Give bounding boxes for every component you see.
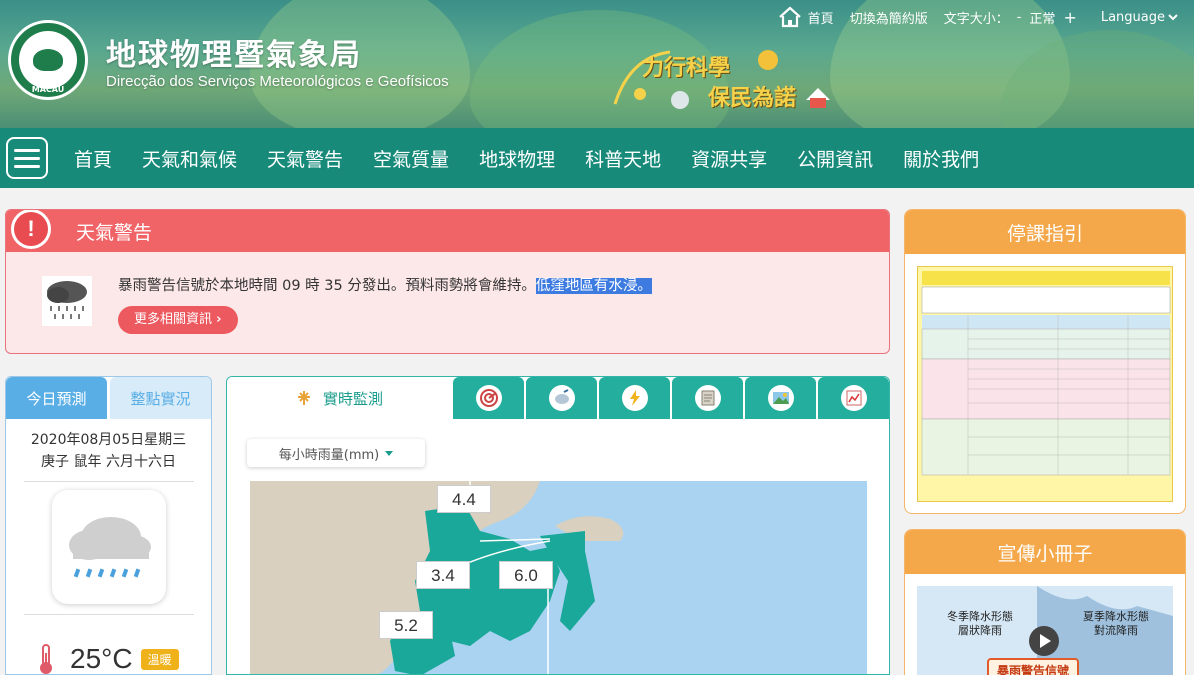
nav-item-about[interactable]: 關於我們 [903, 145, 979, 172]
chart-icon [846, 390, 861, 406]
font-normal-button[interactable]: 正常 [1029, 8, 1055, 27]
lightning-icon [629, 390, 640, 406]
tab-realtime-monitor[interactable]: 實時監測 [227, 377, 451, 419]
header-banner: MACAU 地球物理暨氣象局 Direcção dos Serviços Met… [0, 0, 1194, 128]
booklet-right-caption: 夏季降水形態 對流降雨 [1083, 610, 1149, 637]
more-info-label: 更多相關資訊 [134, 312, 213, 327]
site-subtitle: Direcção dos Serviços Meteorológicos e G… [106, 73, 449, 90]
tab-lightning[interactable] [599, 377, 670, 419]
tab-realtime-monitor-label: 實時監測 [322, 389, 383, 408]
hamburger-menu-button[interactable] [6, 137, 48, 179]
booklet-left-caption: 冬季降水形態 層狀降雨 [947, 610, 1013, 637]
nav-item-science[interactable]: 科普天地 [585, 145, 661, 172]
booklet-cover[interactable]: 冬季降水形態 層狀降雨 夏季降水形態 對流降雨 暴雨警告信號 [917, 586, 1173, 675]
home-link-label: 首頁 [807, 11, 834, 27]
warning-icon: ! [8, 210, 54, 252]
tab-landscape[interactable] [745, 377, 816, 419]
rain-cloud-icon [68, 517, 151, 578]
slogan-line-1: 力行科學 [642, 56, 731, 81]
tab-hourly-obs[interactable]: 整點實況 [110, 377, 211, 419]
main-nav: 首頁 天氣和氣候 天氣警告 空氣質量 地球物理 科普天地 資源共享 公開資訊 關… [0, 128, 1194, 188]
warning-header: ! 天氣警告 [6, 210, 889, 252]
macau-map [250, 481, 624, 674]
tab-satellite[interactable] [526, 377, 597, 419]
class-suspension-title[interactable]: 停課指引 [905, 210, 1185, 254]
forecast-panel: 今日預測 整點實況 2020年08月05日星期三 庚子 鼠年 六月十六日 25°… [5, 376, 212, 675]
macau-logo[interactable]: MACAU [8, 20, 88, 100]
rainfall-label[interactable]: 3.4 [416, 561, 470, 589]
tab-radar[interactable] [453, 377, 524, 419]
rainfall-label[interactable]: 6.0 [499, 561, 553, 589]
booklet-panel: 宣傳小冊子 冬季降水形態 層狀降雨 夏季降水形態 對流降雨 暴雨警告信號 [904, 529, 1186, 675]
satellite-icon [554, 389, 569, 404]
chevron-right-icon: › [216, 312, 222, 327]
rainfall-select[interactable]: 每小時雨量(mm) [247, 439, 425, 467]
slogan: 力行科學 保民為諾 [610, 42, 840, 112]
temperature-row: 25°C 溫暖 [36, 643, 179, 674]
class-suspension-poster[interactable] [917, 266, 1173, 502]
warning-message-text: 暴雨警告信號於本地時間 09 時 35 分發出。預料雨勢將會維持。 [118, 278, 536, 294]
tab-today-forecast[interactable]: 今日預測 [6, 377, 107, 419]
nav-item-resources[interactable]: 資源共享 [691, 145, 767, 172]
site-title[interactable]: 地球物理暨氣象局 [106, 30, 362, 74]
slogan-line-2: 保民為諾 [708, 86, 797, 111]
nav-item-air-quality[interactable]: 空氣質量 [373, 145, 449, 172]
station-icon [297, 391, 310, 405]
font-size-control: 文字大小： - 正常 + [944, 8, 1077, 27]
thermometer-icon [40, 644, 52, 674]
document-icon [701, 390, 714, 406]
font-decrease-button[interactable]: - [1017, 10, 1022, 25]
temperature-value: 25°C [70, 643, 133, 674]
rainstorm-icon [42, 276, 92, 326]
warning-title[interactable]: 天氣警告 [76, 218, 152, 245]
caret-down-icon [385, 450, 394, 456]
booklet-bottom-caption: 暴雨警告信號 [987, 658, 1080, 675]
warning-message: 暴雨警告信號於本地時間 09 時 35 分發出。預料雨勢將會維持。低窪地區有水浸… [118, 274, 652, 295]
home-link[interactable]: 首頁 [778, 6, 834, 28]
home-icon [778, 6, 801, 28]
date-lunar: 庚子 鼠年 六月十六日 [41, 454, 176, 470]
realtime-monitor-panel: 實時監測 每小時雨量(mm) 4.4 3.4 6.0 5.2 [226, 376, 890, 675]
rainfall-label[interactable]: 4.4 [437, 485, 491, 513]
more-info-button[interactable]: 更多相關資訊 › [118, 306, 238, 334]
suspension-table-image [918, 267, 1172, 501]
logo-text: MACAU [31, 85, 65, 94]
language-dropdown[interactable]: Language [1101, 10, 1178, 25]
class-suspension-panel: 停課指引 [904, 209, 1186, 514]
booklet-title[interactable]: 宣傳小冊子 [905, 530, 1185, 574]
temperature-tag: 溫暖 [140, 648, 179, 670]
rainfall-select-value: 每小時雨量(mm) [278, 447, 380, 463]
radar-icon [479, 389, 498, 407]
simplified-version-link[interactable]: 切換為簡約版 [850, 8, 928, 27]
language-label: Language [1100, 9, 1165, 25]
chevron-down-icon [1168, 14, 1178, 21]
landscape-icon [772, 392, 789, 404]
nav-item-weather-warning[interactable]: 天氣警告 [267, 145, 343, 172]
nav-item-home[interactable]: 首頁 [74, 145, 112, 172]
top-links: 首頁 切換為簡約版 文字大小： - 正常 + Language [778, 6, 1178, 28]
rainfall-map[interactable]: 4.4 3.4 6.0 5.2 [250, 481, 867, 674]
rainfall-label[interactable]: 5.2 [379, 611, 433, 639]
font-increase-button[interactable]: + [1063, 8, 1076, 27]
tab-documents[interactable] [672, 377, 743, 419]
nav-item-geophysics[interactable]: 地球物理 [479, 145, 555, 172]
tab-chart[interactable] [818, 377, 889, 419]
font-size-label: 文字大小： [943, 11, 1009, 27]
weather-warning-panel: ! 天氣警告 暴雨警告信號於本地時間 09 時 35 分發出。預料雨勢將會維持。… [5, 209, 890, 354]
weather-condition-card [51, 490, 166, 604]
forecast-date: 2020年08月05日星期三 庚子 鼠年 六月十六日 [6, 429, 211, 473]
nav-item-weather-climate[interactable]: 天氣和氣候 [142, 145, 237, 172]
warning-message-highlight: 低窪地區有水浸。 [535, 278, 652, 294]
date-gregorian: 2020年08月05日星期三 [30, 432, 187, 448]
nav-item-public-info[interactable]: 公開資訊 [797, 145, 873, 172]
